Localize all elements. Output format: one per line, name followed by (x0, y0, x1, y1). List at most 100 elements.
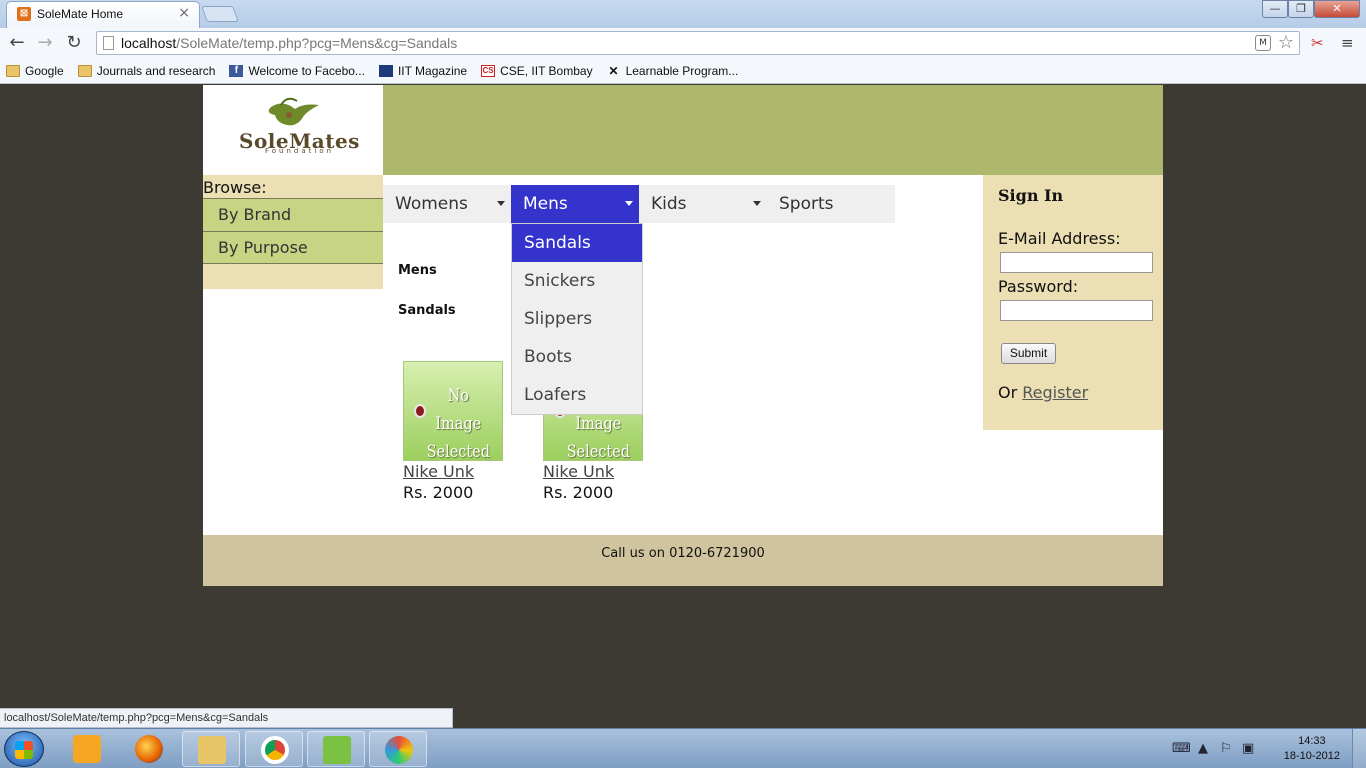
or-text: Or (998, 383, 1018, 402)
keyboard-icon[interactable]: ⌨ (1172, 741, 1191, 756)
extension-scissors-icon[interactable]: ✂ (1311, 34, 1324, 52)
iit-icon (378, 64, 393, 77)
email-label: E-Mail Address: (998, 229, 1121, 248)
extension-icon[interactable]: M (1255, 35, 1271, 51)
browser-titlebar: ⊠ SoleMate Home × — ❐ ✕ (0, 0, 1366, 28)
menu-womens[interactable]: Womens (383, 185, 511, 223)
mens-dropdown: Sandals Snickers Slippers Boots Loafers (511, 223, 643, 415)
product-card: No ImageSelected Nike Unk Rs. 2000 (403, 361, 513, 502)
clock-date: 18-10-2012 (1283, 750, 1340, 762)
status-url-bubble: localhost/SoleMate/temp.php?pcg=Mens&cg=… (0, 708, 453, 728)
system-tray: ⌨ ▲ ⚐ ▣ 14:33 18-10-2012 (1166, 729, 1366, 768)
taskbar-notepadpp[interactable] (307, 731, 365, 767)
bookmark-google[interactable]: Google (6, 64, 64, 78)
clock-time: 14:33 (1298, 735, 1326, 747)
bookmark-star-icon[interactable]: ☆ (1278, 32, 1294, 53)
dropdown-snickers[interactable]: Snickers (512, 262, 642, 300)
signin-panel: Sign In E-Mail Address: Password: Submit… (983, 175, 1163, 430)
category-menu: Womens Mens Kids Sports (383, 185, 895, 223)
chevron-down-icon (497, 201, 505, 206)
tab-title: SoleMate Home (37, 7, 124, 21)
bookmark-facebook[interactable]: f Welcome to Facebo... (229, 64, 365, 78)
dropdown-slippers[interactable]: Slippers (512, 300, 642, 338)
product-price: Rs. 2000 (543, 483, 614, 502)
chevron-down-icon (625, 201, 633, 206)
browser-toolbar: ← → ↻ localhost/SoleMate/temp.php?pcg=Me… (0, 28, 1366, 58)
password-field[interactable] (1000, 300, 1153, 321)
show-hidden-icons-icon[interactable]: ▲ (1198, 741, 1208, 756)
no-image-text: No ImageSelected (426, 386, 490, 461)
site-logo[interactable]: SoleMates Foundation (203, 85, 383, 175)
register-line: Or Register (998, 383, 1088, 402)
browse-by-brand[interactable]: By Brand (203, 198, 383, 231)
email-field[interactable] (1000, 252, 1153, 273)
new-tab-button[interactable] (201, 6, 239, 22)
forward-arrow-icon[interactable]: → (34, 33, 56, 53)
firefox-icon (135, 735, 163, 763)
browse-title: Browse: (203, 178, 267, 197)
bookmark-journals[interactable]: Journals and research (77, 64, 215, 78)
menu-wrench-icon[interactable]: ≡ (1341, 34, 1354, 52)
folder-icon (198, 736, 226, 764)
product-image[interactable]: No ImageSelected (403, 361, 503, 461)
submit-button[interactable]: Submit (1001, 343, 1056, 364)
dropdown-boots[interactable]: Boots (512, 338, 642, 376)
bookmarks-bar: Google Journals and research f Welcome to… (0, 58, 1366, 84)
password-label: Password: (998, 277, 1079, 296)
footer: Call us on 0120-6721900 (203, 535, 1163, 586)
maximize-button[interactable]: ❐ (1288, 0, 1314, 18)
windows-logo-icon (15, 741, 33, 759)
bookmark-learnable[interactable]: ✕ Learnable Program... (607, 64, 739, 78)
cse-icon: CS (481, 64, 496, 77)
folder-icon (6, 64, 20, 77)
window-controls: — ❐ ✕ (1262, 0, 1360, 18)
menu-mens[interactable]: Mens (511, 185, 639, 223)
logo-subtext: Foundation (265, 147, 335, 155)
tab-close-icon[interactable]: × (178, 5, 190, 21)
folder-icon (77, 64, 92, 77)
product-price: Rs. 2000 (403, 483, 474, 502)
xampp-favicon-icon: ⊠ (17, 7, 31, 21)
taskbar-chrome[interactable] (245, 731, 303, 767)
menu-sports[interactable]: Sports (767, 185, 895, 223)
address-url: localhost/SoleMate/temp.php?pcg=Mens&cg=… (121, 35, 458, 51)
product-name-link[interactable]: Nike Unk (543, 462, 653, 481)
browse-by-purpose[interactable]: By Purpose (203, 231, 383, 264)
system-clock[interactable]: 14:33 18-10-2012 (1284, 734, 1340, 764)
category-heading: Mens (398, 263, 437, 278)
start-button[interactable] (4, 731, 44, 767)
bookmark-cse-iitb[interactable]: CS CSE, IIT Bombay (481, 64, 593, 78)
network-icon[interactable]: ▣ (1242, 741, 1254, 756)
browser-tab[interactable]: ⊠ SoleMate Home × (6, 1, 200, 28)
product-name-link[interactable]: Nike Unk (403, 462, 513, 481)
signin-title: Sign In (998, 186, 1064, 205)
page-container: SoleMates Foundation Browse: By Brand By… (203, 85, 1163, 586)
taskbar-paint[interactable] (369, 731, 427, 767)
minimize-button[interactable]: — (1262, 0, 1288, 18)
header-banner (383, 85, 1163, 175)
reload-icon[interactable]: ↻ (63, 33, 85, 53)
facebook-icon: f (229, 64, 244, 77)
action-center-flag-icon[interactable]: ⚐ (1220, 741, 1232, 756)
back-arrow-icon[interactable]: ← (6, 33, 28, 53)
taskbar-firefox[interactable] (120, 731, 178, 767)
dropdown-sandals[interactable]: Sandals (512, 224, 642, 262)
close-window-button[interactable]: ✕ (1314, 0, 1360, 18)
dropdown-loafers[interactable]: Loafers (512, 376, 642, 414)
paint-icon (385, 736, 413, 764)
chevron-down-icon (753, 201, 761, 206)
taskbar-media-player[interactable] (58, 731, 116, 767)
media-player-icon (73, 735, 101, 763)
chrome-icon (261, 736, 289, 764)
menu-kids[interactable]: Kids (639, 185, 767, 223)
show-desktop-button[interactable] (1352, 729, 1366, 768)
notepad-plus-icon (323, 736, 351, 764)
learnable-icon: ✕ (608, 63, 619, 78)
register-link[interactable]: Register (1022, 383, 1088, 402)
taskbar: ⌨ ▲ ⚐ ▣ 14:33 18-10-2012 (0, 728, 1366, 768)
no-image-dot-icon (414, 404, 426, 418)
address-bar[interactable]: localhost/SoleMate/temp.php?pcg=Mens&cg=… (96, 31, 1300, 55)
bookmark-iit-magazine[interactable]: IIT Magazine (378, 64, 467, 78)
taskbar-explorer[interactable] (182, 731, 240, 767)
browse-panel: Browse: By Brand By Purpose (203, 175, 383, 289)
